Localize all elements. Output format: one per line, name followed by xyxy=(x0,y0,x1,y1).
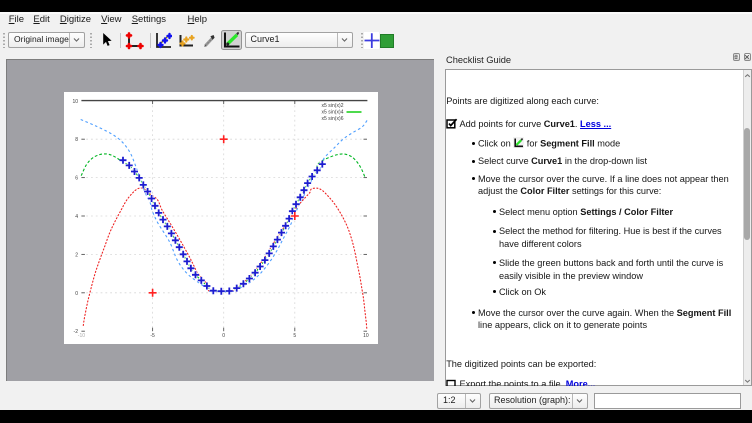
svg-text:6: 6 xyxy=(75,176,78,182)
svg-text:0: 0 xyxy=(75,291,78,297)
svg-text:-10: -10 xyxy=(77,334,84,340)
svg-text:x5 sin(x)6: x5 sin(x)6 xyxy=(321,117,343,123)
svg-text:0: 0 xyxy=(222,334,225,340)
svg-text:2: 2 xyxy=(75,253,78,259)
svg-text:8: 8 xyxy=(75,138,78,144)
svg-text:5: 5 xyxy=(293,334,296,340)
svg-text:x5 sin(x)2: x5 sin(x)2 xyxy=(321,104,343,110)
svg-text:4: 4 xyxy=(75,214,78,220)
svg-text:x5 sin(x)4: x5 sin(x)4 xyxy=(321,110,343,116)
svg-text:10: 10 xyxy=(72,99,78,105)
svg-text:-5: -5 xyxy=(150,334,155,340)
svg-text:10: 10 xyxy=(363,334,369,340)
